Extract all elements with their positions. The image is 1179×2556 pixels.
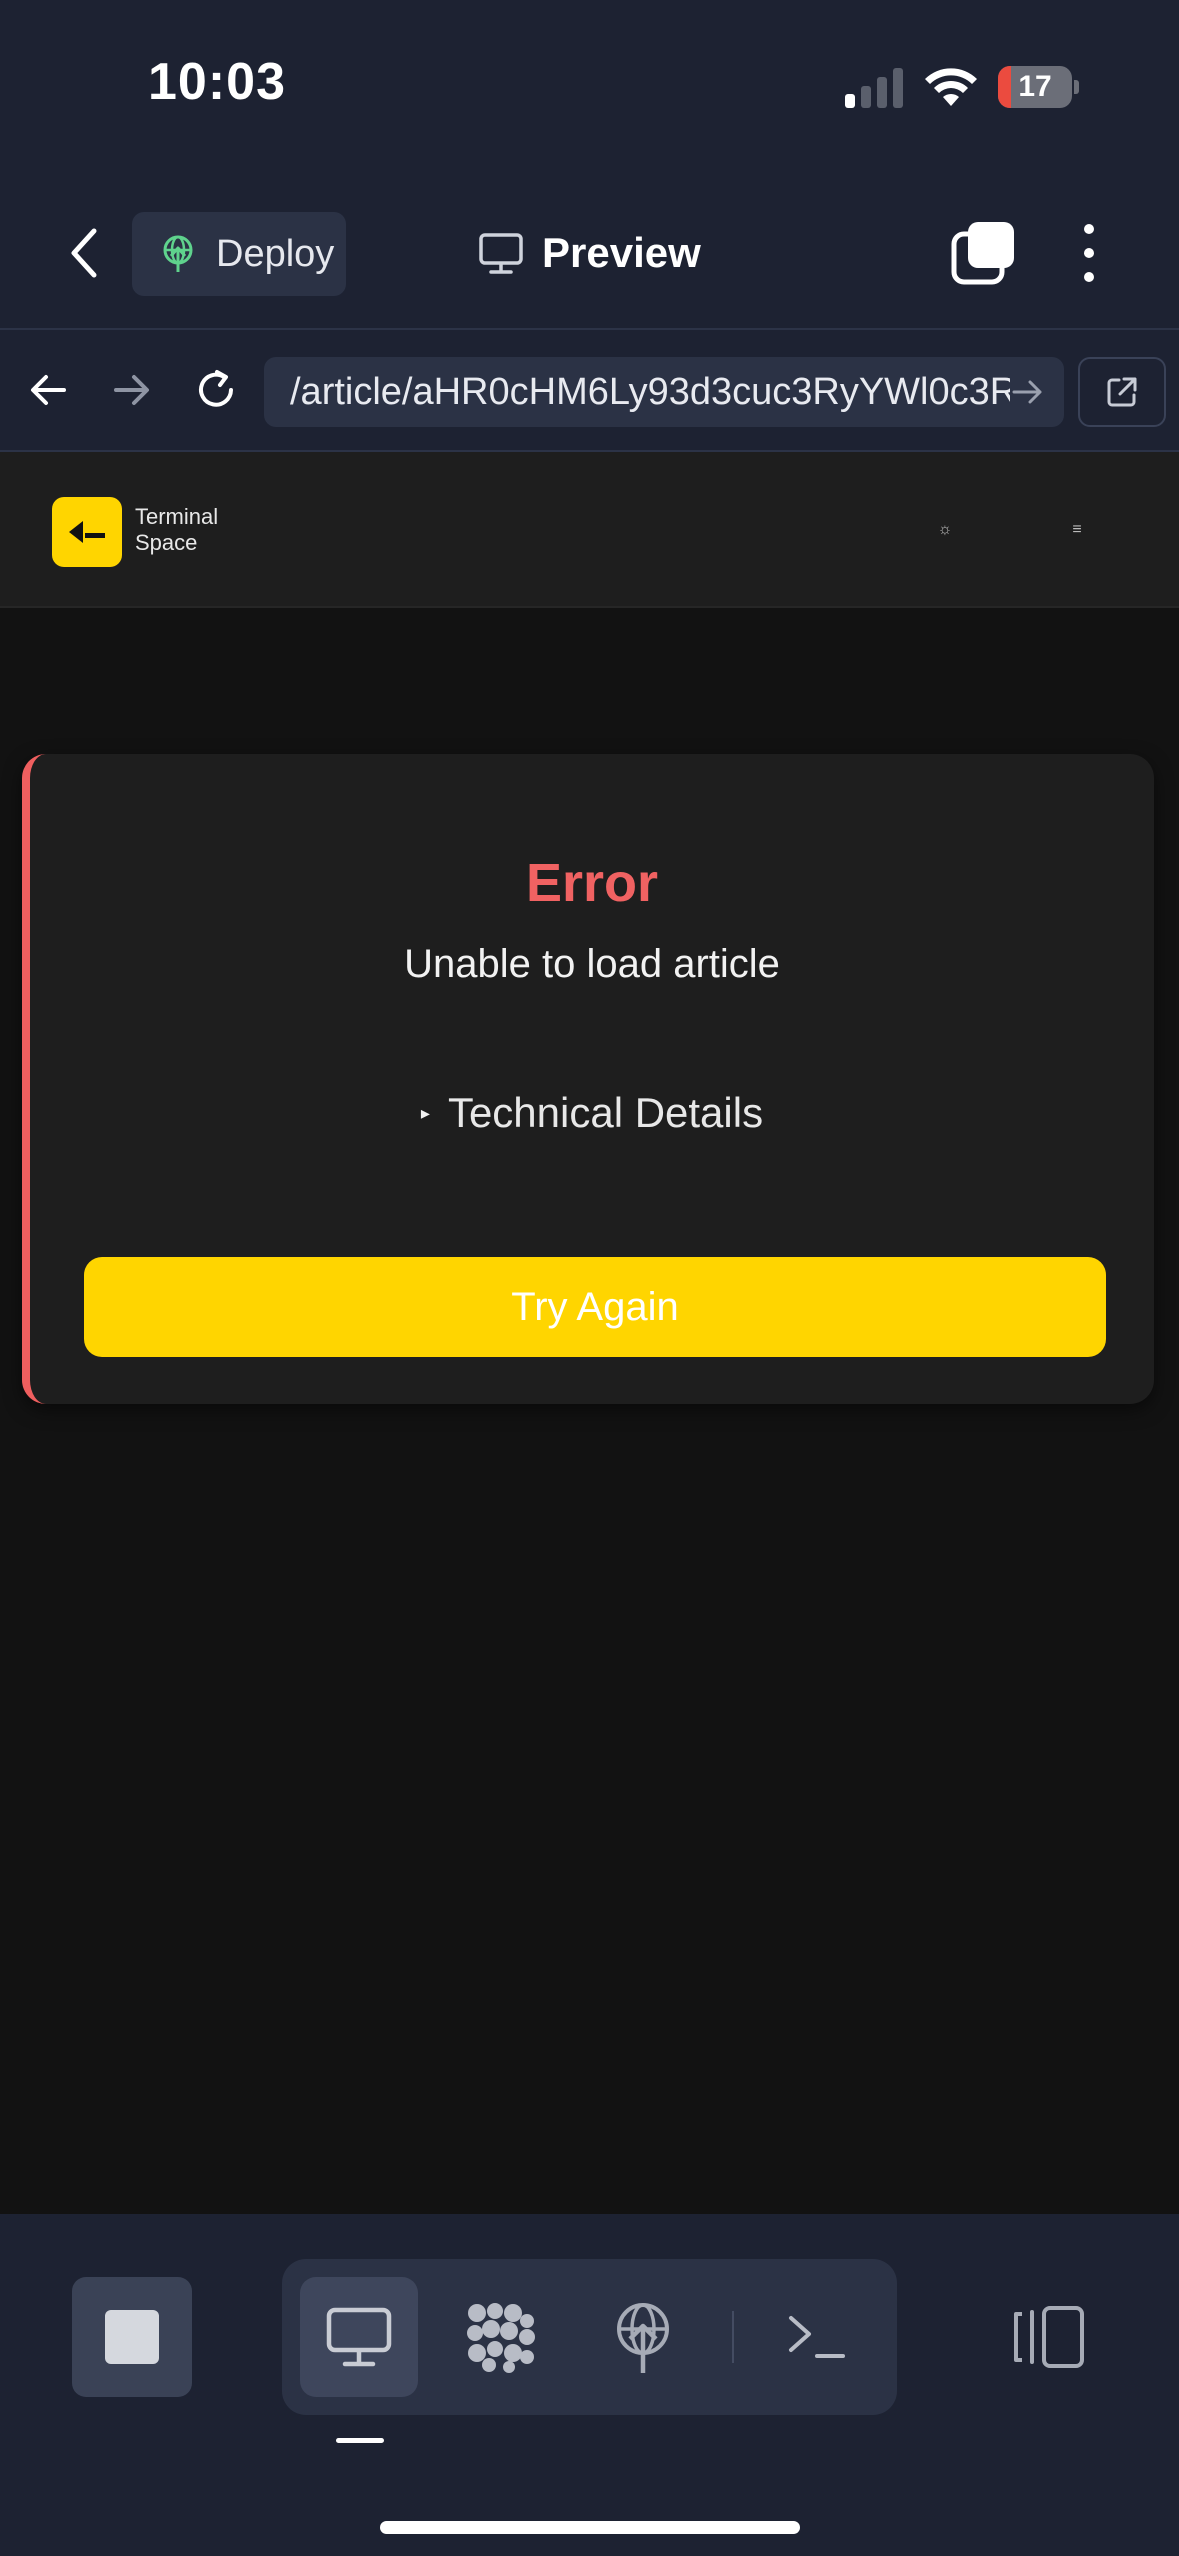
url-input[interactable]: /article/aHR0cHM6Ly93d3cuc3RyYWl0c3Rp xyxy=(264,357,1064,427)
stop-button[interactable] xyxy=(72,2277,192,2397)
arrow-left-icon xyxy=(31,375,66,405)
error-message: Unable to load article xyxy=(404,942,780,986)
battery-level: 17 xyxy=(1018,70,1052,103)
layout-toggle-icon[interactable] xyxy=(1008,2302,1088,2372)
battery-indicator: 17 xyxy=(998,66,1079,108)
arrow-right-icon xyxy=(114,375,149,405)
preview-webview: Terminal Space ☼ ≡ Error Unable to load … xyxy=(0,452,1179,2214)
error-card: Error Unable to load article ▸ Technical… xyxy=(22,754,1154,1404)
bottom-toolbar xyxy=(0,2214,1179,2556)
dots-cluster-icon xyxy=(467,2303,535,2373)
toolbar-divider xyxy=(732,2311,734,2363)
site-header: Terminal Space ☼ ≡ xyxy=(0,452,1179,608)
monitor-icon xyxy=(479,233,523,274)
url-bar: /article/aHR0cHM6Ly93d3cuc3RyYWl0c3Rp xyxy=(0,330,1179,452)
go-arrow-icon[interactable] xyxy=(1010,374,1046,410)
cellular-signal-icon xyxy=(845,68,903,108)
tab-agents[interactable] xyxy=(442,2277,560,2397)
error-title: Error xyxy=(525,853,659,913)
browser-forward-button[interactable] xyxy=(102,360,162,420)
status-time: 10:03 xyxy=(148,53,286,111)
deploy-label: Deploy xyxy=(216,232,335,275)
deploy-icon xyxy=(617,2303,669,2373)
deploy-globe-icon xyxy=(163,235,193,272)
site-logo[interactable] xyxy=(52,497,122,567)
home-indicator xyxy=(380,2521,800,2534)
tab-preview[interactable] xyxy=(300,2277,418,2397)
view-switcher xyxy=(282,2259,897,2415)
back-button[interactable] xyxy=(56,225,112,281)
active-tab-indicator xyxy=(336,2438,384,2443)
chevron-left-icon xyxy=(71,228,97,278)
try-again-label: Try Again xyxy=(511,1284,679,1329)
try-again-button[interactable]: Try Again xyxy=(84,1257,1106,1357)
disclosure-triangle-icon: ▸ xyxy=(420,1102,430,1123)
monitor-icon xyxy=(326,2307,392,2367)
deploy-button[interactable]: Deploy xyxy=(132,212,346,296)
url-text: /article/aHR0cHM6Ly93d3cuc3RyYWl0c3Rp xyxy=(290,370,1010,413)
menu-icon[interactable]: ≡ xyxy=(1062,515,1092,545)
open-external-button[interactable] xyxy=(1078,357,1166,427)
reload-icon xyxy=(199,370,233,407)
terminal-icon xyxy=(789,2316,845,2358)
tab-terminal[interactable] xyxy=(758,2277,876,2397)
external-link-icon xyxy=(1107,377,1137,407)
preview-title: Preview xyxy=(478,225,701,281)
site-name: Terminal Space xyxy=(135,504,219,555)
technical-details-toggle[interactable]: ▸ Technical Details xyxy=(30,1089,1154,1137)
technical-details-label: Technical Details xyxy=(447,1089,764,1136)
app-bar: Deploy Preview xyxy=(0,175,1179,330)
wifi-icon xyxy=(925,68,977,106)
terminal-logo-icon xyxy=(69,521,105,543)
reload-button[interactable] xyxy=(186,360,246,420)
tab-deploy[interactable] xyxy=(584,2277,702,2397)
more-vertical-icon[interactable] xyxy=(1068,220,1110,286)
browser-back-button[interactable] xyxy=(18,360,78,420)
stop-icon xyxy=(105,2310,159,2364)
tabs-icon[interactable] xyxy=(950,220,1016,286)
status-bar: 10:03 17 xyxy=(0,0,1179,175)
theme-toggle-icon[interactable]: ☼ xyxy=(930,515,960,545)
preview-label: Preview xyxy=(542,229,701,276)
